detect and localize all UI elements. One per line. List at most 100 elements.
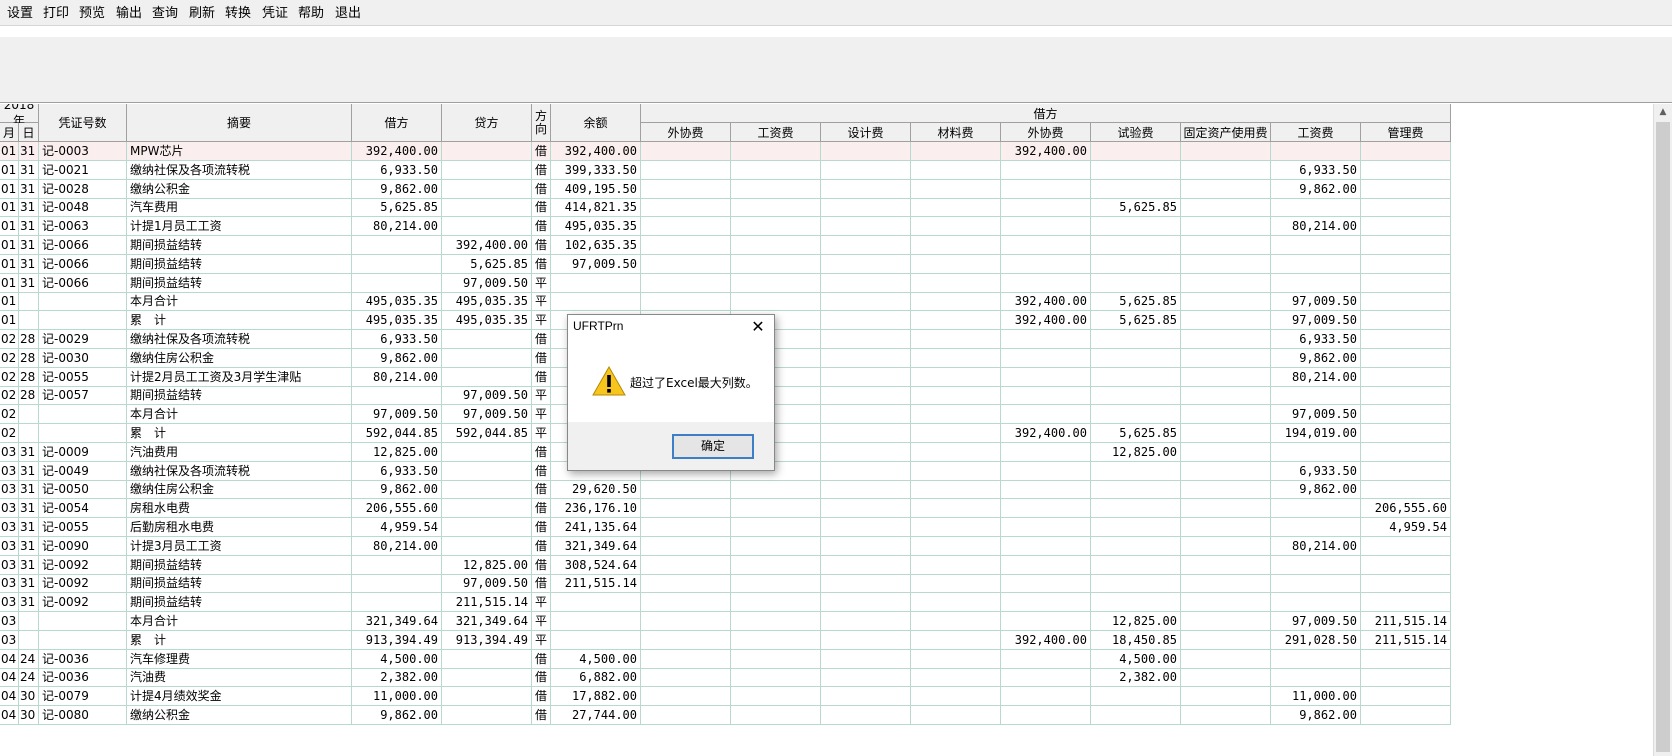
toolbar-button[interactable]: 输出	[111, 2, 147, 23]
table-cell	[1091, 593, 1181, 613]
table-cell: 17,882.00	[551, 687, 641, 707]
table-cell	[821, 630, 911, 650]
toolbar-button[interactable]: 退出	[330, 2, 366, 23]
table-cell	[641, 536, 731, 556]
table-cell	[731, 217, 821, 237]
table-cell	[1181, 518, 1271, 537]
table-cell: 02	[0, 424, 19, 443]
table-cell: 31	[19, 273, 39, 293]
table-cell: 借	[532, 142, 551, 161]
table-cell: 本月合计	[127, 292, 352, 312]
table-cell: 借	[532, 706, 551, 725]
table-cell	[911, 668, 1001, 688]
table-cell: 236,176.10	[551, 499, 641, 519]
toolbar-button[interactable]: 设置	[2, 2, 38, 23]
table-cell	[1091, 236, 1181, 255]
table-cell	[1001, 574, 1091, 594]
table-cell	[1001, 405, 1091, 425]
toolbar-button[interactable]: 打印	[38, 2, 74, 23]
table-cell	[641, 518, 731, 537]
table-cell: 5,625.85	[1091, 311, 1181, 331]
table-cell	[911, 649, 1001, 669]
table-cell: MPW芯片	[127, 142, 352, 161]
table-cell	[1271, 198, 1361, 218]
table-cell	[911, 142, 1001, 161]
table-cell	[19, 311, 39, 331]
table-cell: 03	[0, 574, 19, 594]
table-cell	[1091, 555, 1181, 575]
table-cell	[1361, 480, 1451, 500]
table-cell: 本月合计	[127, 612, 352, 631]
table-cell: 97,009.50	[442, 273, 532, 293]
table-cell	[821, 536, 911, 556]
table-cell: 借	[532, 236, 551, 255]
table-cell: 借	[532, 179, 551, 199]
table-cell	[1181, 236, 1271, 255]
table-cell: 借	[532, 499, 551, 519]
table-cell	[1181, 706, 1271, 725]
table-cell: 592,044.85	[442, 424, 532, 443]
table-cell	[731, 160, 821, 180]
table-cell	[1361, 142, 1451, 161]
table-cell	[821, 518, 911, 537]
table-cell	[352, 254, 442, 274]
scroll-up-icon[interactable]: ▲	[1654, 104, 1672, 121]
table-cell	[1091, 536, 1181, 556]
table-cell	[641, 217, 731, 237]
toolbar-button[interactable]: 查询	[147, 2, 183, 23]
table-cell	[352, 273, 442, 293]
table-cell: 5,625.85	[1091, 292, 1181, 312]
table-cell	[911, 480, 1001, 500]
ok-button[interactable]: 确定	[672, 434, 754, 459]
table-cell	[442, 179, 532, 199]
scrollbar-thumb[interactable]	[1656, 122, 1670, 752]
table-cell: 9,862.00	[352, 480, 442, 500]
table-cell	[1271, 555, 1361, 575]
table-cell	[911, 405, 1001, 425]
table-cell	[731, 142, 821, 161]
table-cell: 5,625.85	[1091, 424, 1181, 443]
table-cell	[442, 668, 532, 688]
table-cell	[39, 292, 127, 312]
table-cell: 11,000.00	[1271, 687, 1361, 707]
table-cell	[911, 499, 1001, 519]
table-cell	[1181, 311, 1271, 331]
toolbar-button[interactable]: 转换	[220, 2, 256, 23]
table-cell	[821, 612, 911, 631]
table-cell: 平	[532, 405, 551, 425]
table-cell	[821, 461, 911, 481]
table-cell	[1181, 273, 1271, 293]
table-cell	[352, 593, 442, 613]
close-icon[interactable]: ✕	[748, 317, 768, 337]
table-cell	[1361, 574, 1451, 594]
table-cell: 211,515.14	[442, 593, 532, 613]
table-cell: 缴纳社保及各项流转税	[127, 330, 352, 349]
table-cell	[821, 687, 911, 707]
table-cell: 4,500.00	[1091, 649, 1181, 669]
table-cell: 平	[532, 593, 551, 613]
table-cell	[1181, 499, 1271, 519]
table-cell: 321,349.64	[551, 536, 641, 556]
table-cell: 31	[19, 593, 39, 613]
table-cell	[1001, 442, 1091, 462]
table-cell	[731, 179, 821, 199]
table-cell	[1091, 367, 1181, 387]
table-cell	[641, 236, 731, 255]
table-cell	[19, 424, 39, 443]
toolbar-button[interactable]: 预览	[74, 2, 110, 23]
toolbar-button[interactable]: 刷新	[184, 2, 220, 23]
toolbar-button[interactable]: 凭证	[257, 2, 293, 23]
toolbar-button[interactable]: 帮助	[293, 2, 329, 23]
table-cell: 期间损益结转	[127, 593, 352, 613]
table-cell: 平	[532, 612, 551, 631]
table-cell: 03	[0, 499, 19, 519]
table-cell: 392,400.00	[1001, 630, 1091, 650]
table-cell	[1181, 386, 1271, 406]
table-cell: 03	[0, 442, 19, 462]
table-cell	[1361, 292, 1451, 312]
table-cell	[1271, 499, 1361, 519]
table-cell	[641, 142, 731, 161]
table-cell: 392,400.00	[352, 142, 442, 161]
table-cell: 03	[0, 630, 19, 650]
vertical-scrollbar[interactable]: ▲	[1653, 104, 1672, 756]
